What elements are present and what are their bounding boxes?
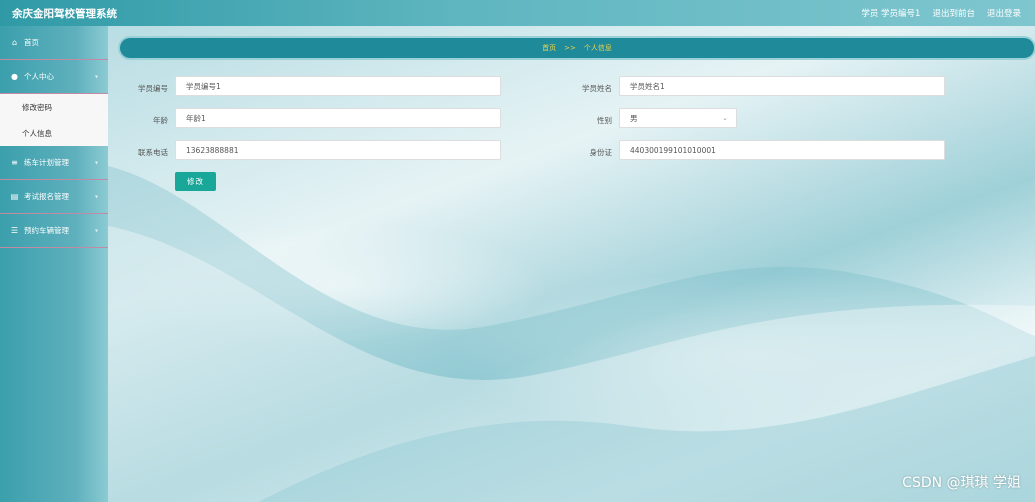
breadcrumb-home[interactable]: 首页 — [542, 43, 556, 53]
sidebar-item-personal-center[interactable]: ● 个人中心 ▾ — [0, 60, 108, 94]
sliders-icon: ≡ — [11, 158, 18, 167]
chevron-down-icon: ▾ — [94, 159, 98, 166]
student-no-label: 学员编号 — [138, 84, 168, 93]
background-silk-wave — [108, 166, 1035, 502]
current-user: 学员 学员编号1 — [861, 9, 921, 19]
modify-button[interactable]: 修改 — [175, 172, 216, 191]
id-card-label: 身份证 — [589, 148, 613, 157]
sidebar-item-vehicle-booking[interactable]: ☰ 预约车辆管理 ▾ — [0, 214, 108, 248]
submenu-item-change-password[interactable]: 修改密码 — [0, 94, 108, 120]
back-to-front-link[interactable]: 退出到前台 — [932, 7, 975, 19]
sidebar-item-label: 首页 — [24, 38, 39, 47]
submenu-item-personal-info[interactable]: 个人信息 — [0, 120, 108, 146]
age-label: 年龄 — [153, 116, 168, 125]
sidebar-item-label: 考试报名管理 — [24, 192, 69, 201]
chevron-down-icon: ⌄ — [722, 114, 728, 122]
sidebar-item-label: 个人中心 — [24, 72, 54, 81]
app-title: 余庆金阳驾校管理系统 — [12, 7, 117, 20]
student-name-label: 学员姓名 — [582, 84, 612, 93]
breadcrumb-separator: >> — [564, 44, 576, 52]
student-name-field[interactable]: 学员姓名1 — [619, 76, 945, 96]
printer-icon: ▤ — [10, 192, 19, 201]
sidebar-item-practice-plan[interactable]: ≡ 练车计划管理 ▾ — [0, 146, 108, 180]
phone-field[interactable]: 13623888881 — [175, 140, 501, 160]
phone-label: 联系电话 — [138, 148, 168, 157]
sidebar: ⌂ 首页 ● 个人中心 ▾ 修改密码 个人信息 ≡ 练车计划管理 ▾ ▤ 考试报… — [0, 26, 108, 502]
top-bar: 余庆金阳驾校管理系统 学员 学员编号1 退出到前台 退出登录 — [0, 0, 1035, 26]
chevron-down-icon: ▾ — [94, 73, 98, 80]
student-no-field[interactable]: 学员编号1 — [175, 76, 501, 96]
list-icon: ☰ — [10, 226, 19, 235]
chevron-down-icon: ▾ — [94, 227, 98, 234]
sidebar-item-home[interactable]: ⌂ 首页 — [0, 26, 108, 60]
chevron-down-icon: ▾ — [94, 193, 98, 200]
gender-selected-value: 男 — [630, 113, 638, 123]
gender-select[interactable]: 男 ⌄ — [619, 108, 737, 128]
top-actions: 学员 学员编号1 退出到前台 退出登录 — [861, 7, 1021, 19]
logout-link[interactable]: 退出登录 — [987, 7, 1021, 19]
user-icon: ● — [11, 72, 18, 81]
main-content: 首页 >> 个人信息 学员编号 学员编号1 学员姓名 学员姓名1 年龄 年龄1 … — [108, 26, 1035, 502]
sidebar-item-label: 预约车辆管理 — [24, 226, 69, 235]
personal-center-submenu: 修改密码 个人信息 — [0, 94, 108, 146]
watermark: CSDN @琪琪 学姐 — [902, 475, 1021, 491]
breadcrumb-current: 个人信息 — [583, 44, 612, 52]
home-icon: ⌂ — [11, 38, 18, 47]
id-card-field[interactable]: 440300199101010001 — [619, 140, 945, 160]
sidebar-item-exam-registration[interactable]: ▤ 考试报名管理 ▾ — [0, 180, 108, 214]
age-field[interactable]: 年龄1 — [175, 108, 501, 128]
breadcrumb: 首页 >> 个人信息 — [120, 38, 1034, 58]
gender-label: 性别 — [597, 116, 612, 125]
sidebar-item-label: 练车计划管理 — [24, 158, 69, 167]
